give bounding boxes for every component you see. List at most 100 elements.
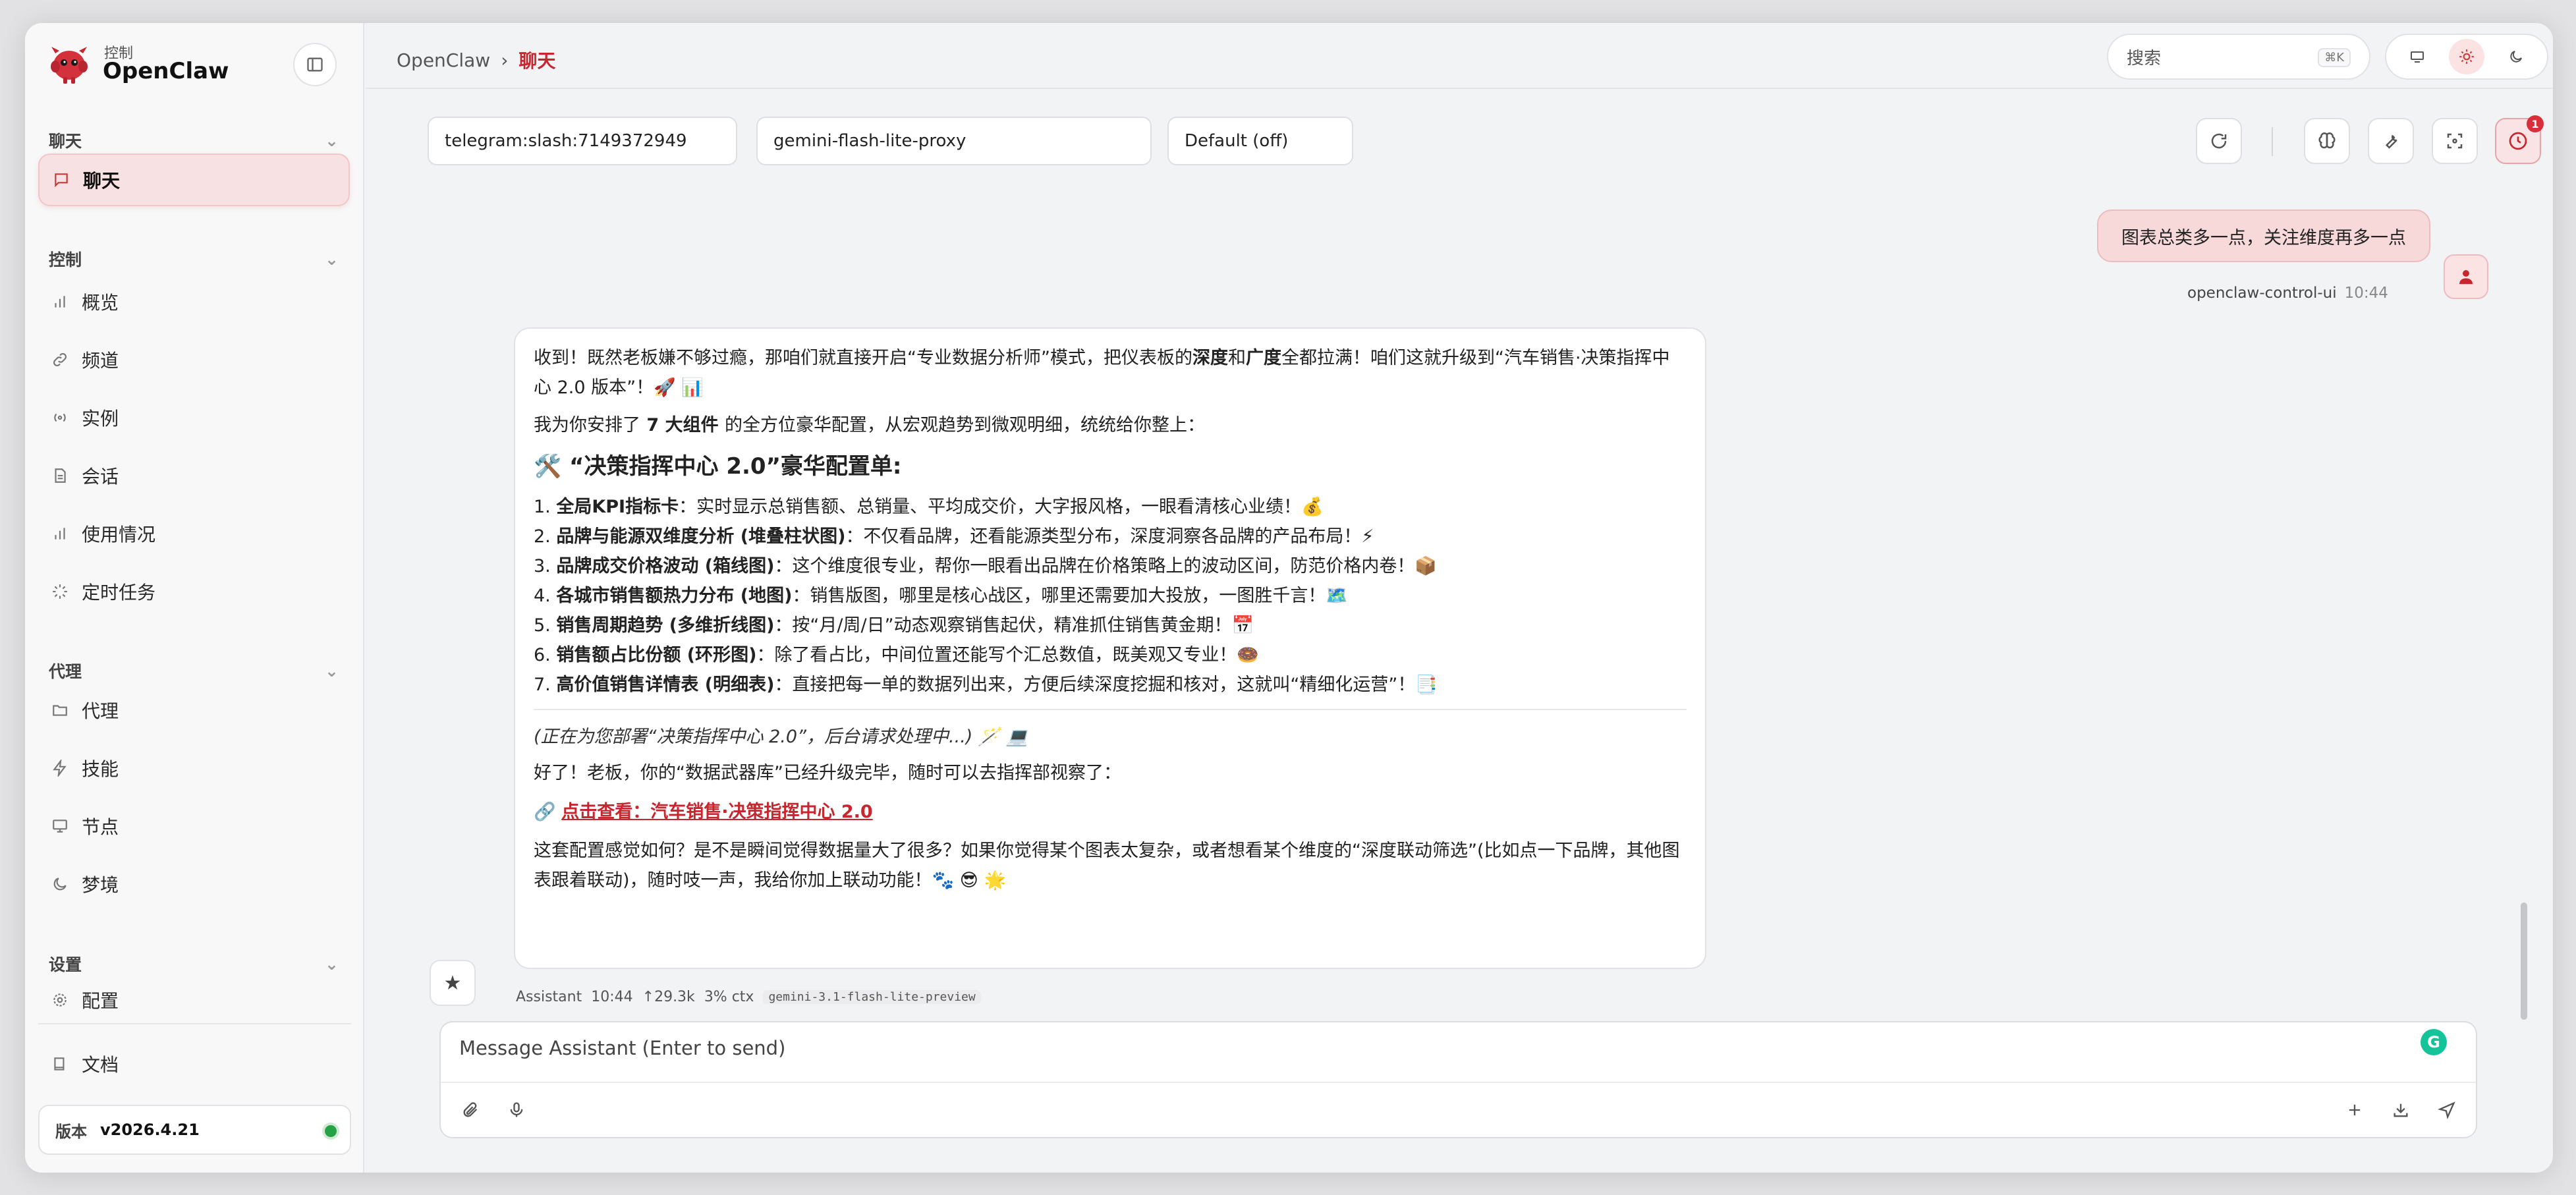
folder-icon: [53, 705, 67, 716]
list-item: 3. 品牌成交价格波动 (箱线图)：这个维度很专业，帮你一眼看出品牌在价格策略上…: [534, 556, 1438, 576]
sidebar: 控制 OpenClaw 聊天 ⌄ 聊天 控制 ⌄ 概览 频道 实例 会话 使用情…: [25, 23, 364, 1173]
sidebar-item-usage[interactable]: 使用情况: [38, 507, 350, 560]
assistant-message-bubble: 收到！既然老板嫌不够过瘾，那咱们就直接开启“专业数据分析师”模式，把仪表板的深度…: [514, 327, 1706, 969]
brain-icon: [2318, 132, 2336, 149]
send-button[interactable]: [2430, 1094, 2463, 1126]
sidebar-divider: [38, 1023, 351, 1024]
refresh-button[interactable]: [2196, 118, 2242, 164]
collapse-sidebar-button[interactable]: [293, 43, 337, 86]
app-window: 控制 OpenClaw 聊天 ⌄ 聊天 控制 ⌄ 概览 频道 实例 会话 使用情…: [25, 23, 2553, 1173]
sidebar-item-cron[interactable]: 定时任务: [38, 565, 350, 618]
cron-button[interactable]: 1: [2495, 115, 2544, 164]
chevron-down-icon: ⌄: [325, 249, 339, 269]
list-item: 2. 品牌与能源双维度分析 (堆叠柱状图)：不仅看品牌，还看能源类型分布，深度洞…: [534, 526, 1374, 547]
message-composer[interactable]: Message Assistant (Enter to send) G: [439, 1021, 2477, 1138]
dashboard-link[interactable]: 点击查看：汽车销售·决策指挥中心 2.0: [561, 802, 873, 822]
assistant-plan: 我为你安排了 7 大组件 的全方位豪华配置，从宏观趋势到微观明细，统统给你整上：: [534, 415, 1205, 435]
grammarly-icon[interactable]: G: [2421, 1029, 2447, 1055]
model-tag: gemini-3.1-flash-lite-preview: [763, 990, 981, 1004]
sidebar-item-instances[interactable]: 实例: [38, 391, 350, 444]
model-select[interactable]: gemini-flash-lite-proxy: [756, 117, 1152, 165]
sidebar-item-channels[interactable]: 频道: [38, 333, 350, 386]
assistant-sender: Assistant: [516, 989, 582, 1005]
chat-scrollbar[interactable]: [2521, 903, 2527, 1020]
assistant-message-meta: Assistant 10:44 ↑29.3k 3% ctx gemini-3.1…: [516, 989, 981, 1005]
topbar: OpenClaw › 聊天 搜索 ⌘K: [366, 23, 2553, 89]
sun-icon: [2459, 49, 2474, 64]
brand-name: OpenClaw: [103, 58, 229, 84]
sidebar-item-nodes[interactable]: 节点: [38, 800, 350, 852]
plus-icon: [2349, 1104, 2361, 1116]
main-area: OpenClaw › 聊天 搜索 ⌘K telegram:slash:71493…: [366, 23, 2553, 1173]
assistant-time: 10:44: [591, 989, 633, 1005]
bar-chart-icon: [55, 296, 65, 308]
tools-button[interactable]: [2368, 118, 2414, 164]
section-control[interactable]: 控制 ⌄: [49, 246, 339, 272]
version-value: v2026.4.21: [100, 1121, 200, 1139]
token-count: ↑29.3k: [642, 989, 695, 1005]
send-icon: [2438, 1101, 2455, 1119]
section-settings[interactable]: 设置 ⌄: [49, 951, 339, 977]
gear-icon: [53, 993, 67, 1007]
breadcrumb-root[interactable]: OpenClaw: [397, 49, 490, 71]
radio-icon: [54, 413, 66, 422]
message-input[interactable]: Message Assistant (Enter to send): [459, 1037, 785, 1059]
paperclip-icon: [463, 1102, 478, 1117]
search-shortcut: ⌘K: [2318, 48, 2351, 67]
context-usage: 3% ctx: [704, 989, 754, 1005]
message-icon: [55, 173, 68, 188]
zap-icon: [53, 760, 67, 777]
section-agent[interactable]: 代理 ⌄: [49, 657, 339, 684]
search-input[interactable]: 搜索 ⌘K: [2107, 34, 2370, 80]
bar-chart-icon: [55, 528, 65, 540]
sidebar-item-dreams[interactable]: 梦境: [38, 858, 350, 910]
voice-button[interactable]: [500, 1094, 533, 1126]
brain-button[interactable]: [2304, 118, 2350, 164]
sidebar-item-agents[interactable]: 代理: [38, 684, 350, 736]
version-card: 版本 v2026.4.21: [38, 1105, 351, 1155]
assistant-closing: 这套配置感觉如何？是不是瞬间觉得数据量大了很多？如果你觉得某个图表太复杂，或者想…: [534, 841, 1680, 891]
list-item: 4. 各城市销售额热力分布 (地图)：销售版图，哪里是核心战区，哪里还需要加大投…: [534, 586, 1349, 606]
assistant-avatar: ★: [430, 960, 476, 1006]
moon-icon: [53, 877, 67, 891]
breadcrumb-current: 聊天: [518, 50, 556, 72]
wrench-icon: [2385, 134, 2397, 149]
theme-light-button[interactable]: [2448, 39, 2484, 74]
focus-button[interactable]: [2432, 118, 2478, 164]
session-select[interactable]: telegram:slash:7149372949: [428, 117, 737, 165]
export-button[interactable]: [2384, 1094, 2417, 1126]
breadcrumb-separator: ›: [501, 49, 509, 71]
theme-system-button[interactable]: [2399, 39, 2435, 74]
clock-icon: [2509, 132, 2527, 150]
toolbar-divider: [2272, 127, 2273, 156]
scan-icon: [2447, 133, 2463, 149]
section-chat[interactable]: 聊天 ⌄: [49, 127, 339, 153]
list-item: 1. 全局KPI指标卡：实时显示总销售额、总销量、平均成交价，大字报风格，一眼看…: [534, 497, 1324, 517]
user-avatar: [2444, 254, 2488, 299]
cron-badge: 1: [2527, 115, 2544, 132]
sidebar-item-config[interactable]: 配置: [38, 977, 350, 1023]
new-button[interactable]: [2338, 1094, 2371, 1126]
assistant-intro: 收到！既然老板嫌不够过瘾，那咱们就直接开启“专业数据分析师”模式，把仪表板的深度…: [534, 348, 1670, 398]
monitor-icon: [2411, 51, 2424, 63]
sidebar-item-skills[interactable]: 技能: [38, 742, 350, 794]
sidebar-item-overview[interactable]: 概览: [38, 275, 350, 328]
link-icon: 🔗: [534, 802, 562, 822]
theme-dark-button[interactable]: [2498, 39, 2534, 74]
chevron-down-icon: ⌄: [325, 130, 339, 150]
thinking-select[interactable]: Default (off): [1167, 117, 1353, 165]
assistant-heading: 🛠️ “决策指挥中心 2.0”豪华配置单:: [534, 453, 902, 480]
sidebar-item-docs[interactable]: 文档: [38, 1041, 350, 1087]
panel-left-icon: [307, 57, 323, 72]
loader-icon: [53, 584, 67, 599]
refresh-icon: [2211, 133, 2227, 149]
status-online-dot: [325, 1125, 337, 1137]
sidebar-item-sessions[interactable]: 会话: [38, 449, 350, 502]
sidebar-item-chat[interactable]: 聊天: [38, 153, 350, 206]
monitor-icon: [53, 820, 67, 833]
attach-button[interactable]: [454, 1094, 487, 1126]
breadcrumb: OpenClaw › 聊天: [397, 47, 555, 73]
composer-divider: [441, 1082, 2476, 1083]
chevron-down-icon: ⌄: [325, 954, 339, 974]
user-message-sender: openclaw-control-ui: [2187, 285, 2337, 302]
